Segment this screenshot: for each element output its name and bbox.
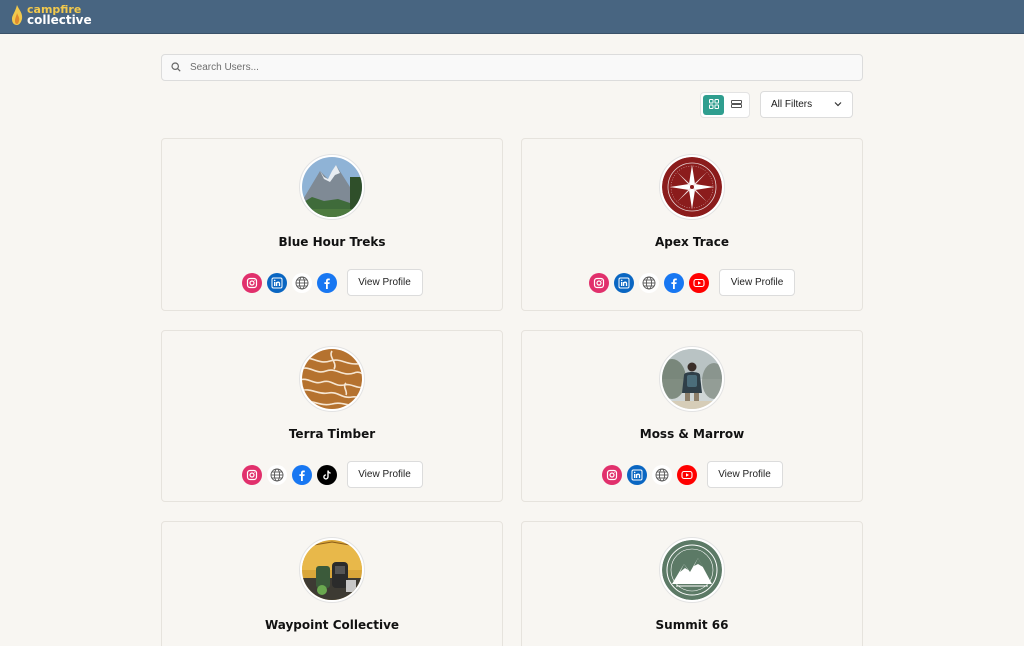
list-icon [731,96,742,114]
instagram-icon[interactable] [589,272,609,293]
instagram-icon[interactable] [241,464,262,485]
user-name: Apex Trace [654,235,730,249]
search-bar [161,54,863,81]
view-mode-toggle [700,92,750,118]
social-links [589,272,709,293]
topographic-logo-avatar [302,349,362,409]
hiker-photo-avatar [662,349,722,409]
user-name: Waypoint Collective [264,618,400,632]
instagram-icon[interactable] [601,464,622,485]
youtube-icon[interactable] [676,464,697,485]
facebook-icon[interactable] [664,272,684,293]
globe-icon[interactable] [291,272,312,293]
instagram-icon[interactable] [241,272,262,293]
campfire-flame-icon [10,4,24,26]
user-card: Moss & Marrow View Profile [521,330,863,502]
avatar [299,346,365,412]
view-profile-button[interactable]: View Profile [346,269,423,296]
search-users-input[interactable] [190,62,790,73]
view-profile-button[interactable]: View Profile [719,269,795,296]
facebook-icon[interactable] [291,464,312,485]
globe-icon[interactable] [266,464,287,485]
social-links [241,272,337,293]
avatar [299,537,365,603]
mountain-photo-avatar [302,157,362,217]
logo-text-collective: collective [27,13,92,27]
user-name: Blue Hour Treks [278,235,386,249]
user-name: Moss & Marrow [639,427,745,441]
filters-label: All Filters [771,99,813,110]
user-card: Terra Timber View Profile [161,330,503,502]
grid-view-button[interactable] [703,95,724,115]
user-card: Summit 66 [521,521,863,646]
user-name: Terra Timber [288,427,376,441]
linkedin-icon[interactable] [614,272,634,293]
user-card: Waypoint Collective [161,521,503,646]
search-icon [171,59,190,77]
top-navigation-bar: campfire collective [0,0,1024,34]
avatar [299,154,365,220]
social-links [241,464,337,485]
view-profile-button[interactable]: View Profile [346,461,423,488]
chevron-down-icon [834,99,842,110]
user-card: Blue Hour Treks View Profile [161,138,503,311]
view-profile-button[interactable]: View Profile [706,461,783,488]
tiktok-icon[interactable] [316,464,337,485]
avatar [659,154,725,220]
avatar [659,537,725,603]
facebook-icon[interactable] [316,272,337,293]
all-filters-dropdown[interactable]: All Filters [760,91,853,118]
compass-logo-avatar [662,157,722,217]
linkedin-icon[interactable] [266,272,287,293]
campfire-collective-logo[interactable]: campfire collective [10,4,92,26]
list-view-button[interactable] [726,95,747,115]
globe-icon[interactable] [639,272,659,293]
camp-gear-photo-avatar [302,540,362,600]
avatar [659,346,725,412]
social-links [601,464,697,485]
grid-icon [708,96,719,114]
user-card: Apex Trace View Profile [521,138,863,311]
mountain-badge-logo-avatar [662,540,722,600]
youtube-icon[interactable] [689,272,709,293]
user-name: Summit 66 [655,618,729,632]
linkedin-icon[interactable] [626,464,647,485]
globe-icon[interactable] [651,464,672,485]
